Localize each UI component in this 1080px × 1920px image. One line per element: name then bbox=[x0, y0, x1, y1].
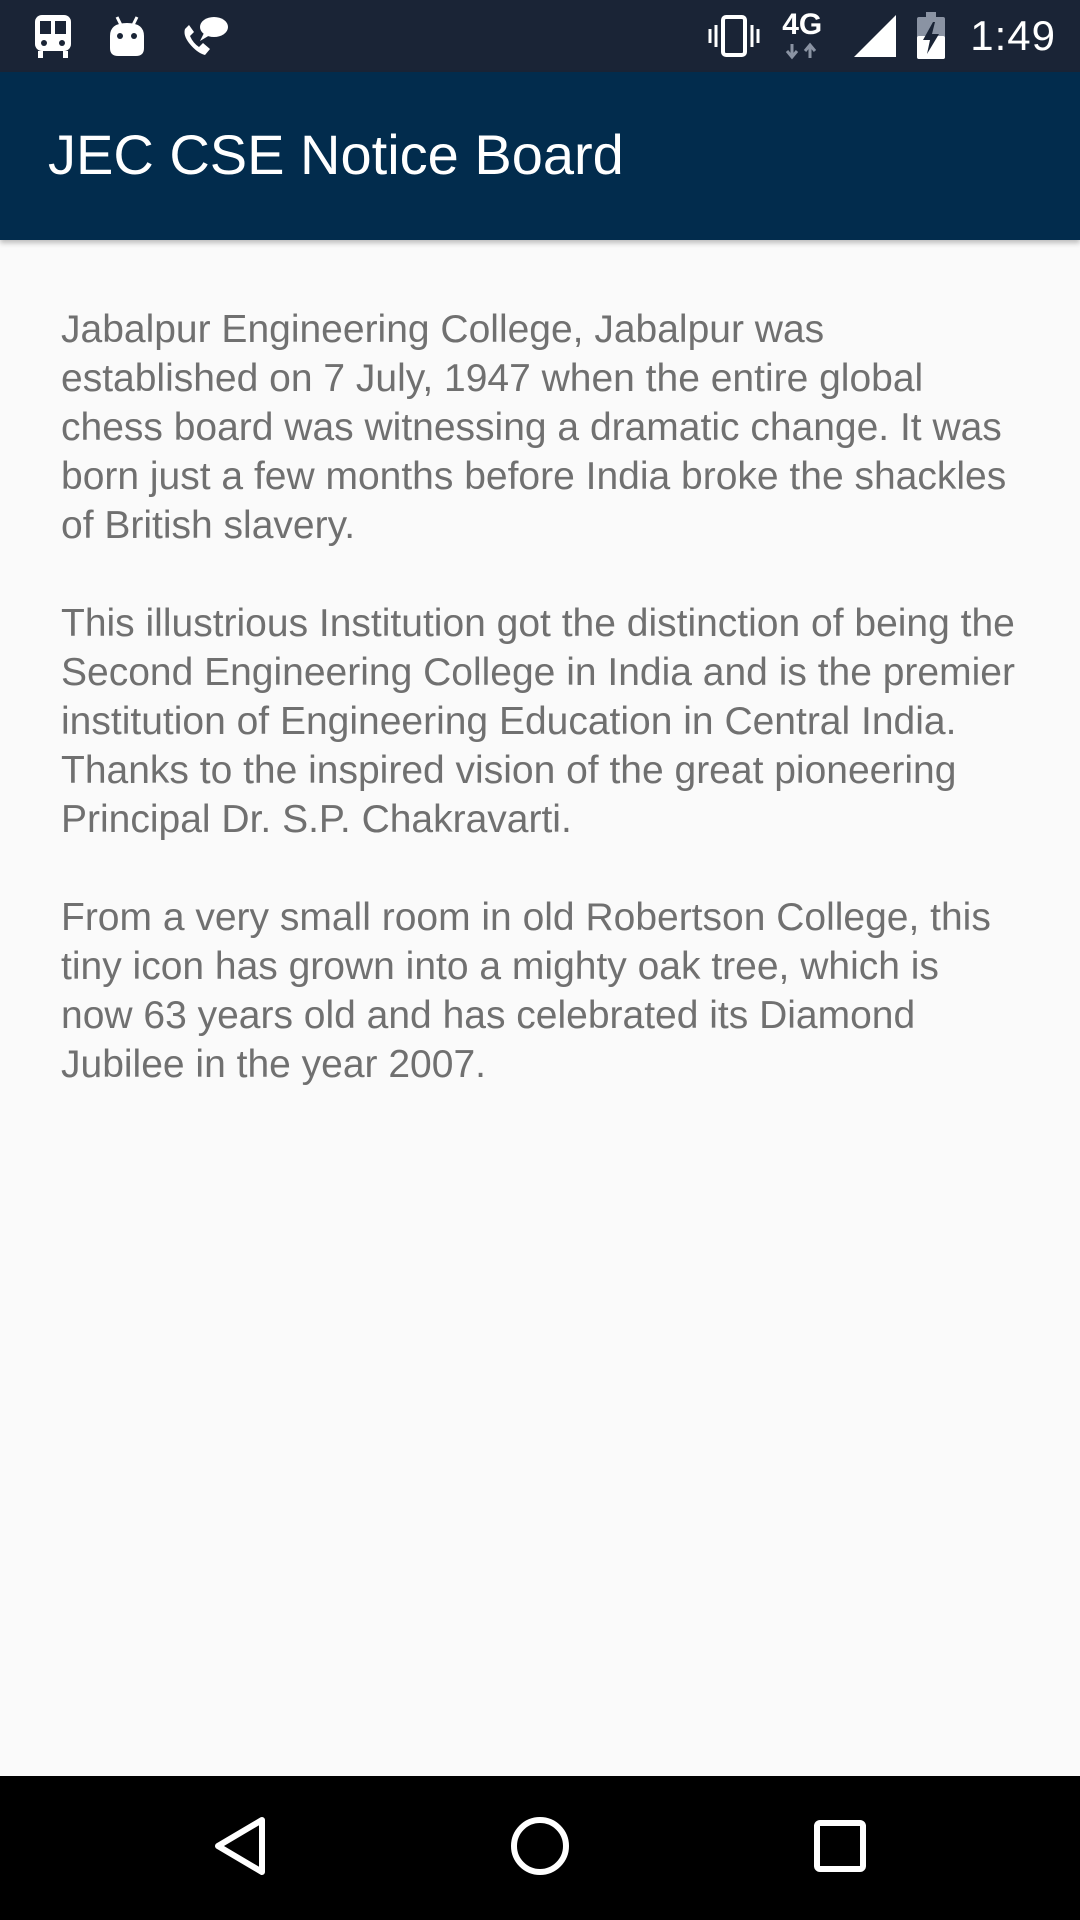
train-icon bbox=[32, 13, 74, 59]
paragraph-distinction: This illustrious Institution got the dis… bbox=[61, 602, 1015, 841]
android-icon bbox=[108, 14, 146, 58]
battery-charging-icon bbox=[916, 12, 946, 60]
navigation-bar bbox=[0, 1776, 1080, 1920]
system-icons: 4G 1:49 bbox=[706, 8, 1056, 62]
back-button[interactable] bbox=[200, 1808, 280, 1888]
recents-icon bbox=[813, 1819, 867, 1878]
home-button[interactable] bbox=[500, 1808, 580, 1888]
app-title: JEC CSE Notice Board bbox=[48, 123, 624, 186]
app-bar: JEC CSE Notice Board bbox=[0, 72, 1080, 240]
signal-icon bbox=[852, 13, 898, 59]
status-bar: 4G 1:49 bbox=[0, 0, 1080, 72]
status-time: 1:49 bbox=[970, 12, 1056, 59]
network-4g-icon: 4G bbox=[780, 8, 834, 62]
paragraph-history: Jabalpur Engineering College, Jabalpur w… bbox=[61, 308, 1007, 547]
notice-content: Jabalpur Engineering College, Jabalpur w… bbox=[61, 305, 1021, 1138]
notification-icons bbox=[32, 12, 230, 60]
recents-button[interactable] bbox=[800, 1808, 880, 1888]
back-icon bbox=[212, 1816, 268, 1881]
paragraph-growth: From a very small room in old Robertson … bbox=[61, 896, 991, 1086]
phone-chat-icon bbox=[180, 13, 230, 59]
home-icon bbox=[510, 1816, 570, 1881]
vibrate-icon bbox=[706, 13, 762, 59]
